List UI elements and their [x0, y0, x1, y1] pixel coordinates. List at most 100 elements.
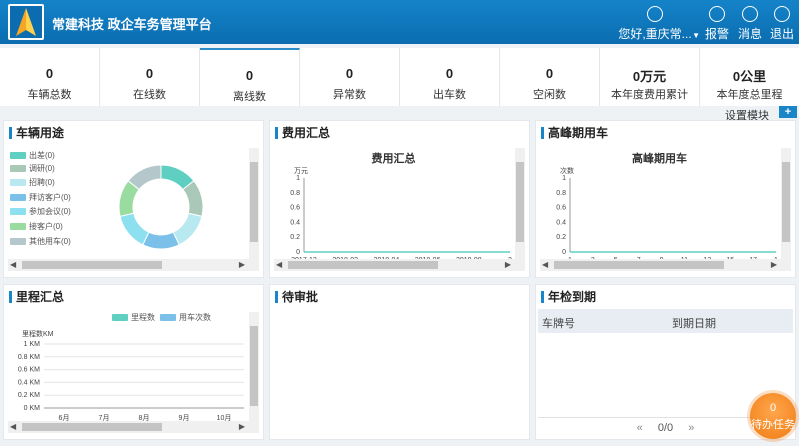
scroll-thumb[interactable]: [22, 261, 162, 269]
horizontal-scrollbar[interactable]: ◀ ▶: [540, 259, 791, 271]
app-title: 常建科技 政企车务管理平台: [52, 17, 212, 32]
y-tick-label: 0.8 KM: [18, 354, 40, 361]
col-due-date: 到期日期: [672, 318, 716, 330]
message-label: 消息: [737, 27, 762, 41]
stat-label: 车辆总数: [27, 89, 72, 101]
scroll-left-icon[interactable]: ◀: [10, 422, 16, 431]
panel-cost: 费用汇总 费用汇总 万元 00.20.40.60.812017-122018-0…: [269, 120, 530, 278]
vertical-scrollbar[interactable]: [515, 148, 525, 259]
user-menu[interactable]: 您好,重庆常... ▼: [612, 6, 700, 42]
stat-offline[interactable]: 0 离线数: [200, 48, 300, 106]
legend-item: 接客户(0): [10, 221, 63, 232]
y-tick-label: 0.2: [556, 234, 566, 241]
stat-label: 离线数: [233, 91, 266, 103]
table-header: 车牌号 到期日期: [538, 309, 793, 333]
stat-annual-mileage[interactable]: 0公里 本年度总里程: [700, 48, 799, 106]
scroll-left-icon[interactable]: ◀: [542, 260, 548, 269]
legend-swatch: [10, 152, 26, 160]
legend-item: 出差(0): [10, 150, 55, 161]
vertical-scrollbar[interactable]: [781, 148, 791, 259]
legend-swatch: [10, 194, 26, 202]
legend-item: 参加会议(0): [10, 206, 71, 217]
y-tick-label: 0: [562, 249, 566, 256]
stat-value: 0公里: [732, 69, 767, 84]
legend-label: 里程数: [131, 313, 155, 322]
message-button[interactable]: 消息: [736, 6, 764, 42]
panel-vehicle-use: 车辆用途 出差(0) 调研(0) 招聘(0) 拜访客户(0) 参加会议(0) 接…: [3, 120, 264, 278]
y-tick-label: 0.6 KM: [18, 367, 40, 374]
scroll-thumb[interactable]: [250, 162, 258, 242]
scroll-thumb[interactable]: [554, 261, 724, 269]
prev-page-button[interactable]: «: [637, 422, 643, 434]
scroll-thumb[interactable]: [782, 162, 790, 242]
legend-swatch: [10, 238, 26, 246]
y-tick-label: 0.2 KM: [18, 392, 40, 399]
chevron-down-icon: ▼: [692, 31, 700, 40]
scroll-right-icon[interactable]: ▶: [239, 422, 245, 431]
scroll-thumb[interactable]: [516, 162, 524, 242]
chart-title: 费用汇总: [371, 153, 416, 165]
horizontal-scrollbar[interactable]: ◀ ▶: [8, 259, 259, 271]
y-tick-label: 0 KM: [24, 405, 41, 412]
scroll-right-icon[interactable]: ▶: [239, 260, 245, 269]
scroll-right-icon[interactable]: ▶: [771, 260, 777, 269]
stat-label: 在线数: [133, 89, 166, 101]
stat-value: 0: [245, 68, 254, 83]
legend-label: 调研(0): [29, 164, 55, 173]
scroll-left-icon[interactable]: ◀: [10, 260, 16, 269]
stat-value: 0: [345, 66, 354, 81]
peak-chart: 高峰期用车 次数 00.20.40.60.8113579111315171 ◀ …: [540, 148, 791, 271]
stat-value: 0: [545, 66, 554, 81]
legend-label: 其他用车(0): [29, 237, 71, 246]
donut-slice: [142, 231, 180, 250]
stat-idle[interactable]: 0 空闲数: [500, 48, 600, 106]
stat-value: 0: [145, 66, 154, 81]
vertical-scrollbar[interactable]: [249, 312, 259, 421]
legend-label: 用车次数: [179, 313, 211, 322]
stat-dispatched[interactable]: 0 出车数: [400, 48, 500, 106]
scroll-thumb[interactable]: [22, 423, 162, 431]
panel-title: 车辆用途: [4, 121, 263, 145]
page-indicator: 0/0: [657, 422, 674, 434]
next-page-button[interactable]: »: [688, 422, 694, 434]
panel-title: 待审批: [270, 285, 529, 309]
y-tick-label: 0.2: [290, 234, 300, 241]
scroll-thumb[interactable]: [288, 261, 438, 269]
scroll-left-icon[interactable]: ◀: [276, 260, 282, 269]
logout-button[interactable]: 退出: [768, 6, 796, 42]
y-tick-label: 0.4: [290, 219, 300, 226]
stat-online[interactable]: 0 在线数: [100, 48, 200, 106]
vertical-scrollbar[interactable]: [249, 148, 259, 259]
legend-label: 招聘(0): [29, 178, 55, 187]
horizontal-scrollbar[interactable]: ◀ ▶: [8, 421, 259, 433]
user-label: 您好,重庆常...: [618, 27, 692, 41]
stat-abnormal[interactable]: 0 异常数: [300, 48, 400, 106]
message-icon: [742, 6, 758, 22]
stat-value: 0: [45, 66, 54, 81]
col-plate: 车牌号: [542, 318, 575, 330]
vehicle-use-chart: 出差(0) 调研(0) 招聘(0) 拜访客户(0) 参加会议(0) 接客户(0)…: [8, 148, 259, 271]
top-header: 常建科技 政企车务管理平台 您好,重庆常... ▼ 报警 消息 退出: [0, 0, 799, 44]
stat-annual-cost[interactable]: 0万元 本年度费用累计: [600, 48, 700, 106]
y-tick-label: 1: [562, 175, 566, 182]
legend-label: 拜访客户(0): [29, 193, 71, 202]
panel-title: 年检到期: [536, 285, 795, 309]
y-tick-label: 0.6: [556, 205, 566, 212]
legend-swatch: [10, 223, 26, 231]
stat-label: 本年度费用累计: [611, 89, 688, 101]
stat-total-vehicles[interactable]: 0 车辆总数: [0, 48, 100, 106]
alarm-icon: [709, 6, 725, 22]
donut-slice: [119, 212, 150, 246]
panel-title: 费用汇总: [270, 121, 529, 145]
mileage-chart: 里程数 用车次数 里程数KM 0 KM 0.2 KM 0.4 KM 0.6 KM 0.8…: [8, 312, 259, 433]
todo-button[interactable]: 0 待办任务: [750, 393, 796, 439]
add-module-button[interactable]: +: [779, 106, 797, 118]
scroll-thumb[interactable]: [250, 326, 258, 406]
horizontal-scrollbar[interactable]: ◀ ▶: [274, 259, 525, 271]
panel-title: 高峰期用车: [536, 121, 795, 145]
y-tick-label: 0.8: [556, 190, 566, 197]
mileage-bar-chart: 0 KM0.2 KM0.4 KM0.6 KM0.8 KM1 KM6月 7月 8月 9月…: [18, 341, 244, 422]
alarm-button[interactable]: 报警: [704, 6, 730, 42]
legend-label: 参加会议(0): [29, 207, 71, 216]
scroll-right-icon[interactable]: ▶: [505, 260, 511, 269]
